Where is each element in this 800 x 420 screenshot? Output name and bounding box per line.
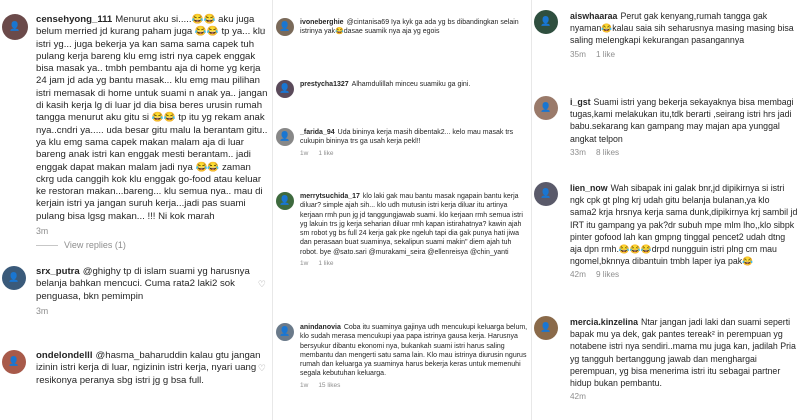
avatar[interactable]: 👤 — [534, 10, 558, 34]
avatar[interactable]: 👤 — [276, 192, 294, 210]
avatar[interactable]: 👤 — [2, 14, 28, 40]
avatar[interactable]: 👤 — [276, 18, 294, 36]
replies-line-divider — [36, 244, 58, 246]
comment-time: 35m — [570, 49, 586, 59]
avatar[interactable]: 👤 — [2, 350, 26, 374]
comment-time: 42m — [570, 270, 586, 280]
comment-username[interactable]: prestycha1327 — [300, 81, 349, 88]
avatar[interactable]: 👤 — [534, 96, 558, 120]
comment-screenshot-collage: 👤 censehyong_111 Menurut aku si.....😂😂 ak… — [0, 0, 800, 420]
avatar[interactable]: 👤 — [534, 316, 558, 340]
comment-item: 👤 ondelondelll @hasma_baharuddin kalau gt… — [0, 350, 270, 410]
comment-time: 3m — [36, 226, 49, 237]
comment-likes[interactable]: 1 like — [596, 50, 615, 59]
comment-username[interactable]: aiswhaaraa — [570, 11, 617, 21]
comment-time: 1w — [300, 381, 309, 389]
comment-username[interactable]: _farida_94 — [300, 129, 335, 136]
avatar[interactable]: 👤 — [276, 128, 294, 146]
comment-username[interactable]: ondelondelll — [36, 350, 93, 361]
column-divider — [272, 0, 273, 420]
heart-icon[interactable]: ♡ — [258, 280, 266, 290]
comment-text: Alhamdulillah minceu suamiku ga gini. — [351, 81, 471, 88]
comment-likes[interactable]: 1 like — [318, 150, 333, 157]
avatar[interactable]: 👤 — [276, 323, 294, 341]
comment-text: Suami istri yang bekerja sekayaknya bisa… — [570, 97, 794, 144]
comment-text: Wah sibapak ini galak bnr,jd dipikirnya … — [570, 183, 798, 267]
comment-column-1: 👤 censehyong_111 Menurut aku si.....😂😂 ak… — [0, 0, 270, 420]
comment-item: 👤 censehyong_111 Menurut aku si.....😂😂 ak… — [0, 14, 270, 250]
view-replies-label: View replies (1) — [64, 240, 126, 251]
comment-text: Coba itu suaminya gajinya udh mencukupi … — [300, 324, 528, 378]
comment-likes[interactable]: 9 likes — [596, 270, 619, 279]
comment-username[interactable]: ivoneberghie — [300, 19, 344, 26]
avatar[interactable]: 👤 — [534, 182, 558, 206]
view-replies-button[interactable]: View replies (1) — [36, 240, 268, 250]
comment-column-3: 👤 aiswhaaraa Perut gak kenyang,rumah tang… — [532, 0, 800, 420]
comment-likes[interactable]: 15 likes — [318, 382, 340, 389]
comment-time: 1w — [300, 260, 309, 268]
comment-item: 👤 srx_putra @ghighy tp di islam suami yg … — [0, 266, 270, 326]
comment-text: klo laki gak mau bantu masak ngapain ban… — [300, 193, 523, 256]
avatar[interactable]: 👤 — [2, 266, 26, 290]
comment-time: 1w — [300, 149, 309, 157]
comment-username[interactable]: lien_now — [570, 183, 608, 193]
heart-icon[interactable]: ♡ — [258, 364, 266, 374]
comment-time: 33m — [570, 147, 586, 157]
comment-username[interactable]: i_gst — [570, 97, 591, 107]
comment-text: Menurut aku si.....😂😂 aku juga belum mer… — [36, 14, 268, 222]
comment-likes[interactable]: 1 like — [318, 260, 333, 267]
comment-username[interactable]: mercia.kinzelina — [570, 317, 638, 327]
comment-username[interactable]: srx_putra — [36, 266, 80, 277]
avatar[interactable]: 👤 — [276, 80, 294, 98]
comment-username[interactable]: merrytsuchida_17 — [300, 193, 360, 200]
comment-username[interactable]: anindanovia — [300, 324, 341, 331]
heart-icon[interactable]: ♡ — [258, 28, 266, 38]
comment-time: 3m — [36, 305, 49, 316]
comment-time: 42m — [570, 392, 586, 402]
comment-text: Ntar jangan jadi laki dan suami seperti … — [570, 317, 796, 389]
comment-username[interactable]: censehyong_111 — [36, 14, 112, 25]
comment-column-2: 👤 ivoneberghie @cintanisa69 Iya kyk ga ad… — [274, 0, 530, 420]
comment-likes[interactable]: 8 likes — [596, 148, 619, 157]
